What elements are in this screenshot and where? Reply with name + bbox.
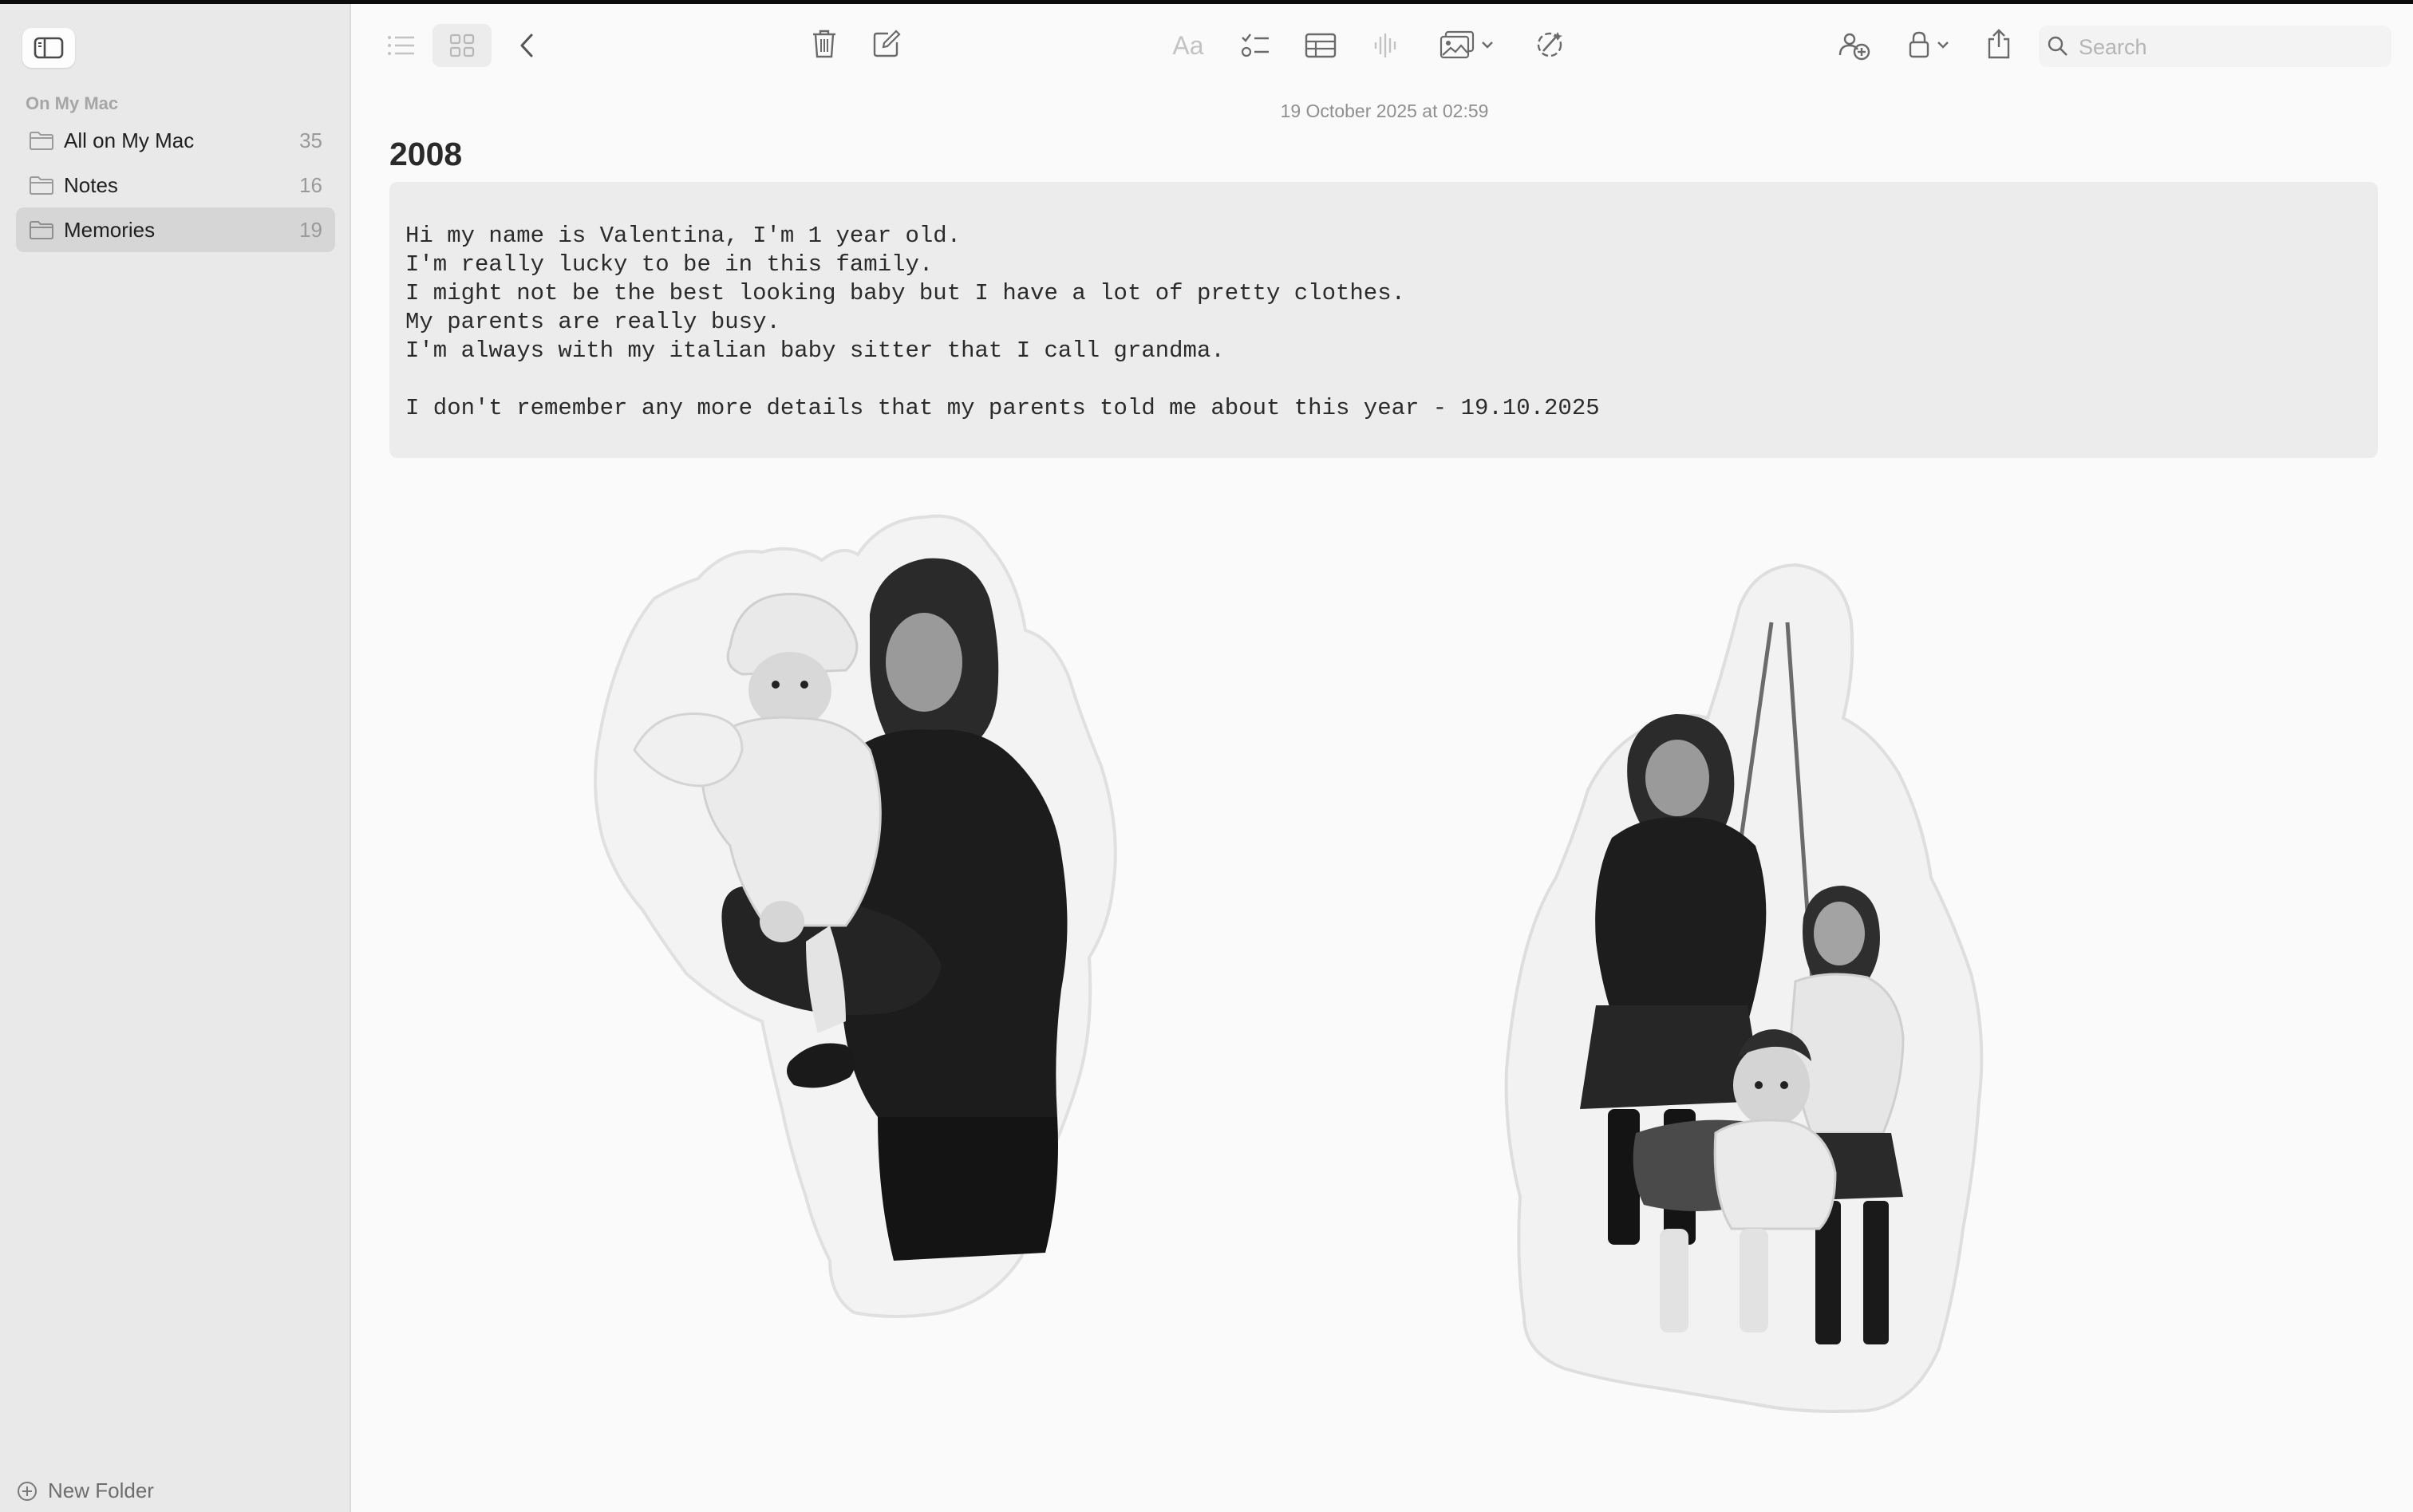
sidebar-section-title: On My Mac — [26, 93, 119, 113]
folder-count: 19 — [299, 217, 322, 242]
checklist-button[interactable] — [1237, 27, 1274, 64]
note-line: I'm really lucky to be in this family. — [405, 251, 934, 278]
chevron-down-icon — [1482, 41, 1493, 49]
note-line: My parents are really busy. — [405, 309, 780, 335]
audio-button[interactable] — [1368, 27, 1404, 64]
sidebar-toggle-button[interactable] — [22, 28, 75, 68]
format-icon: Aa — [1172, 30, 1204, 60]
photo-icon — [1440, 30, 1475, 59]
note-line: I'm always with my italian baby sitter t… — [405, 338, 1225, 364]
sidebar-item-memories[interactable]: Memories 19 — [16, 207, 335, 252]
plus-circle-icon — [18, 1481, 37, 1501]
delete-button[interactable] — [806, 26, 843, 62]
folder-label: All on My Mac — [64, 128, 195, 152]
writing-tools-button[interactable] — [1530, 26, 1569, 64]
format-button[interactable]: Aa — [1168, 27, 1208, 64]
back-button[interactable] — [511, 27, 543, 64]
trash-icon — [813, 30, 835, 58]
note-line: I might not be the best looking baby but… — [405, 280, 1406, 306]
sidebar-item-notes[interactable]: Notes 16 — [16, 163, 335, 207]
window-top-edge — [0, 0, 2413, 4]
lock-icon — [1909, 31, 1929, 58]
list-view-button[interactable] — [383, 27, 420, 64]
folder-label: Memories — [64, 217, 156, 242]
new-folder-label: New Folder — [48, 1478, 154, 1502]
table-icon — [1305, 33, 1337, 58]
compose-icon — [873, 30, 901, 57]
note-monostyled-block[interactable]: Hi my name is Valentina, I'm 1 year old.… — [389, 182, 2378, 458]
note-line: Hi my name is Valentina, I'm 1 year old. — [405, 223, 962, 249]
folder-icon — [30, 221, 53, 239]
folder-label: Notes — [64, 172, 118, 197]
search-input[interactable] — [2077, 32, 2383, 62]
search-icon — [2048, 36, 2067, 56]
sticker-photo-children-on-swing[interactable] — [1500, 559, 1995, 1420]
gallery-view-button[interactable] — [432, 24, 492, 67]
folder-icon — [30, 176, 53, 195]
new-folder-button[interactable]: New Folder — [16, 1478, 154, 1503]
waveform-icon — [1374, 34, 1396, 57]
writing-tools-icon — [1537, 32, 1562, 57]
share-button[interactable] — [1981, 24, 2017, 64]
share-icon — [1988, 29, 2010, 59]
chevron-down-icon — [1937, 41, 1949, 49]
note-date: 19 October 2025 at 02:59 — [1280, 101, 1489, 121]
gallery-view-icon — [449, 34, 475, 57]
collaborate-button[interactable] — [1835, 26, 1874, 64]
compose-button[interactable] — [868, 26, 905, 62]
note-line: I don't remember any more details that m… — [405, 395, 1600, 421]
sidebar: On My Mac All on My Mac 35 Notes 16 Memo… — [0, 4, 351, 1512]
table-button[interactable] — [1302, 27, 1339, 64]
chevron-left-icon — [520, 34, 533, 57]
collaborate-icon — [1838, 33, 1870, 61]
list-view-icon — [388, 36, 414, 55]
checklist-icon — [1241, 34, 1269, 57]
search-field[interactable] — [2039, 26, 2391, 67]
sidebar-toggle-icon — [34, 37, 64, 59]
folder-count: 35 — [299, 128, 322, 152]
note-title[interactable]: 2008 — [389, 136, 462, 173]
folder-count: 16 — [299, 172, 322, 197]
sticker-photo-woman-holding-baby[interactable] — [590, 511, 1133, 1324]
lock-button[interactable] — [1901, 26, 1957, 64]
folder-icon — [30, 132, 53, 150]
sidebar-item-all-on-my-mac[interactable]: All on My Mac 35 — [16, 118, 335, 163]
note-line — [405, 365, 2362, 394]
media-button[interactable] — [1435, 26, 1499, 64]
